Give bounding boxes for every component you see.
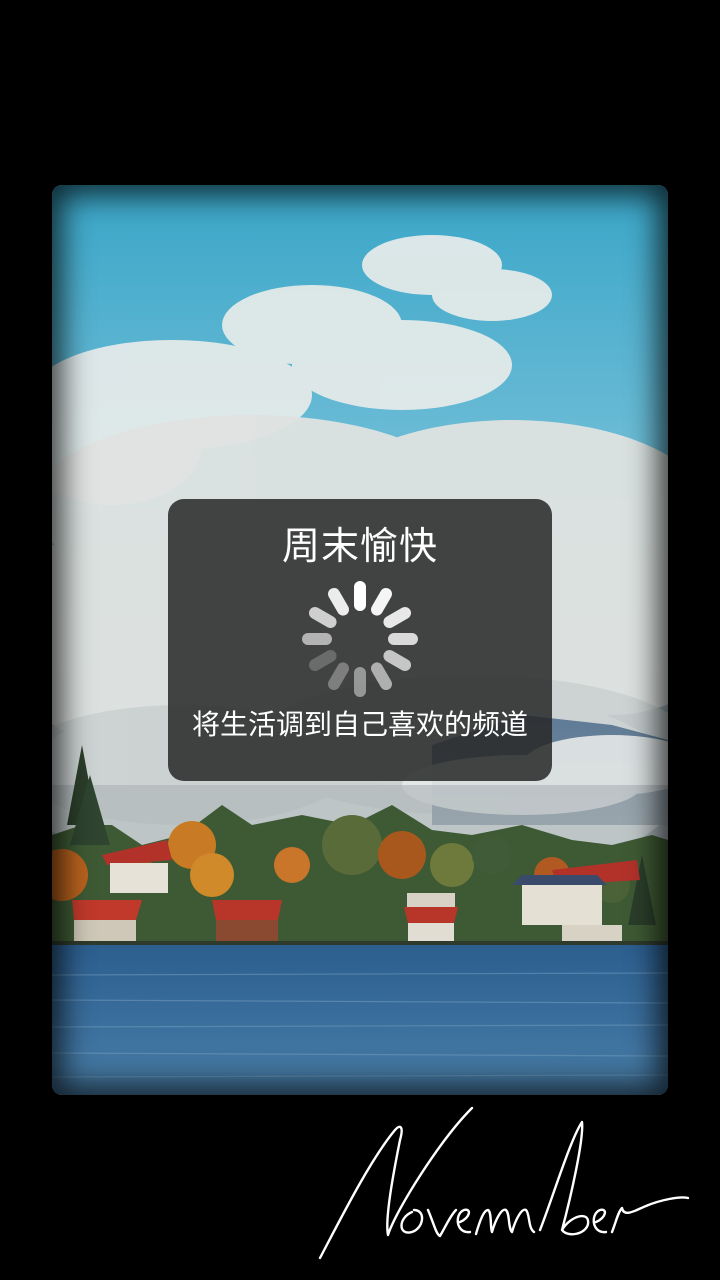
november-signature bbox=[318, 1106, 690, 1260]
spinner-spoke bbox=[388, 633, 418, 645]
spinner-spoke bbox=[368, 660, 395, 693]
spinner-spoke bbox=[368, 585, 395, 618]
screen: 周末愉快 将生活调到自己喜欢的频道 bbox=[0, 0, 720, 1280]
spinner-spoke bbox=[306, 604, 339, 631]
spinner-spoke bbox=[325, 660, 352, 693]
spinner-spoke bbox=[302, 633, 332, 645]
spinner-spoke bbox=[381, 604, 414, 631]
loading-dialog: 周末愉快 将生活调到自己喜欢的频道 bbox=[168, 499, 552, 781]
spinner-spoke bbox=[381, 647, 414, 674]
spinner-spoke bbox=[325, 585, 352, 618]
loading-spinner-icon bbox=[300, 579, 420, 699]
dialog-title: 周末愉快 bbox=[281, 524, 438, 568]
spinner-spoke bbox=[354, 581, 366, 611]
dialog-message: 将生活调到自己喜欢的频道 bbox=[191, 708, 528, 741]
spinner-spoke bbox=[354, 667, 366, 697]
spinner-spoke bbox=[306, 647, 339, 674]
